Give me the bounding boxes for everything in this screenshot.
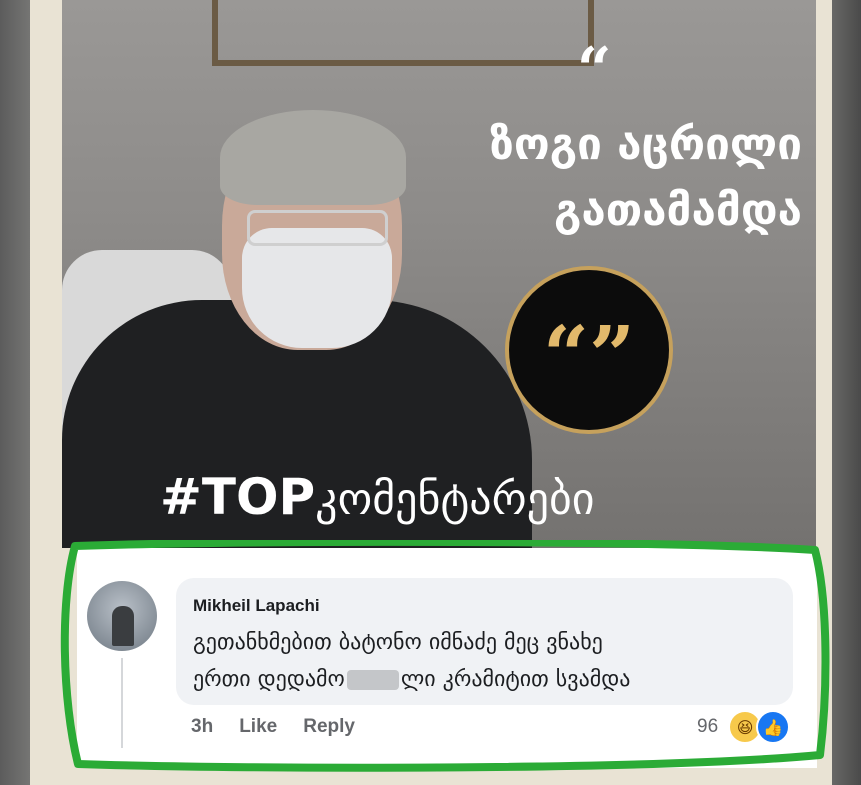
face-mask: [242, 228, 392, 348]
tag-hash: #TOP: [160, 468, 316, 526]
top-comments-tag: #TOPკომენტარები: [160, 468, 595, 526]
badge-quote-glyph: “”: [542, 308, 636, 402]
glasses: [247, 210, 388, 246]
highlight-outline: [60, 540, 830, 772]
image-headline: ზოგი აცრილი გათამამდა: [412, 112, 802, 244]
headline-line-2: გათამამდა: [554, 185, 802, 236]
wall-picture-frame: [212, 0, 594, 66]
post-image: “ ზოგი აცრილი გათამამდა “” #TOPკომენტარე…: [62, 0, 816, 548]
tag-word: კომენტარები: [315, 474, 595, 525]
highlight-outline-path: [60, 540, 830, 772]
quote-mark-text: “: [577, 35, 611, 105]
headline-line-1: ზოგი აცრილი: [489, 119, 802, 170]
person-hair: [220, 110, 406, 205]
quote-badge-icon: “”: [505, 266, 673, 434]
